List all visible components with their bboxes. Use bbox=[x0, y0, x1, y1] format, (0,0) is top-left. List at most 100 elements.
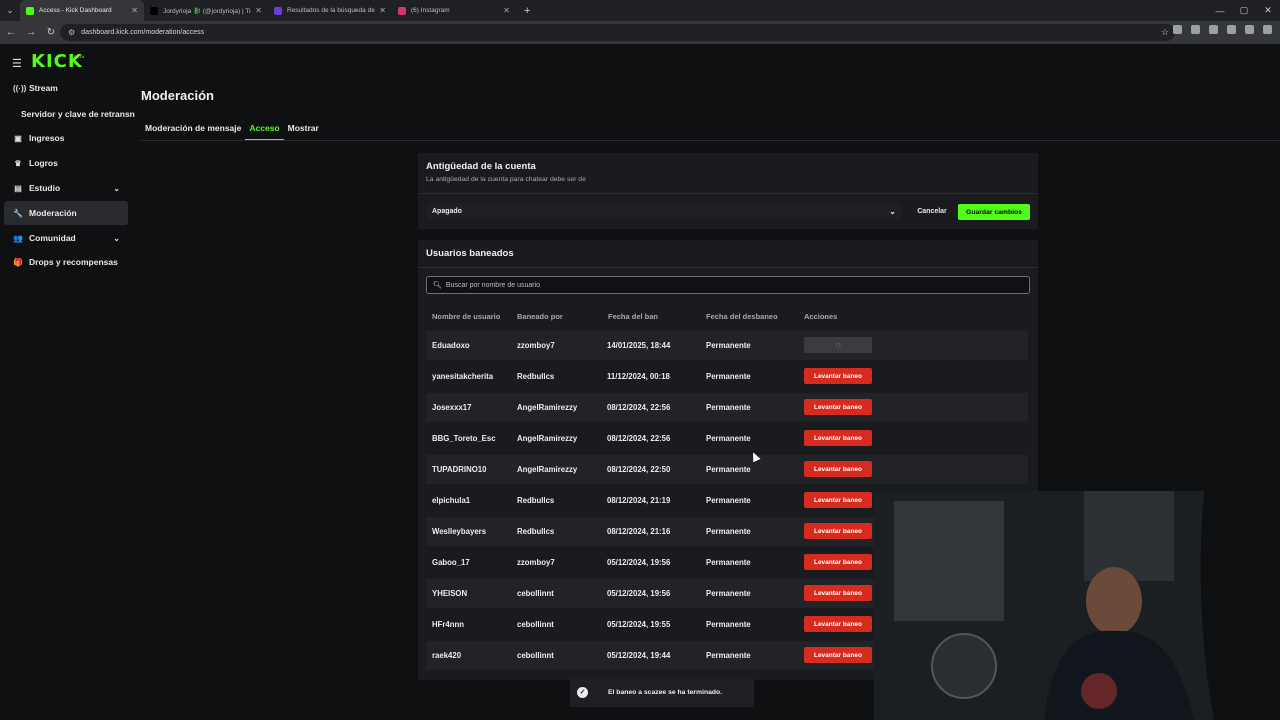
table-row: yanesitakcherita Redbullcs 11/12/2024, 0… bbox=[426, 362, 1028, 391]
sidebar-item-label: Moderación bbox=[29, 208, 77, 218]
tab-title: (6) Instagram bbox=[411, 7, 450, 14]
moderation-tabs: Moderación de mensaje Acceso Mostrar bbox=[141, 123, 323, 141]
sidebar-item-estudio[interactable]: ▤ Estudio ⌄ bbox=[4, 176, 128, 200]
unban-button[interactable]: Levantar baneo bbox=[804, 523, 872, 539]
unban-button[interactable]: Levantar baneo bbox=[804, 399, 872, 415]
browser-tab[interactable]: Jordyrioja 🐉 (@jordyrioja) | Ti... ✕ bbox=[144, 0, 268, 21]
unban-button[interactable]: Levantar baneo bbox=[804, 368, 872, 384]
banned-users-title: Usuarios baneados bbox=[426, 248, 514, 259]
browser-tab[interactable]: Resultados de la búsqueda de ... ✕ bbox=[268, 0, 392, 21]
cell-ban-date: 08/12/2024, 22:50 bbox=[607, 465, 671, 474]
sidebar-item-label: Ingresos bbox=[29, 133, 65, 143]
menu-icon[interactable] bbox=[1263, 25, 1272, 34]
forward-icon[interactable]: → bbox=[22, 27, 40, 38]
cell-banned-by: AngelRamirezzy bbox=[517, 403, 578, 412]
divider bbox=[418, 193, 1038, 194]
save-changes-button[interactable]: Guardar cambios bbox=[958, 204, 1030, 220]
cell-username: Josexxx17 bbox=[432, 403, 472, 412]
tab-title: Access - Kick Dashboard bbox=[39, 7, 112, 14]
sidebar-item-logros[interactable]: ♛ Logros bbox=[4, 151, 128, 175]
unban-button[interactable]: Levantar baneo bbox=[804, 647, 872, 663]
cancel-button[interactable]: Cancelar bbox=[912, 203, 952, 219]
sidebar-item-label: Drops y recompensas bbox=[29, 257, 118, 267]
cell-username: Eduadoxo bbox=[432, 341, 470, 350]
sidebar-item-comunidad[interactable]: 👥 Comunidad ⌄ bbox=[4, 226, 128, 250]
url-field[interactable]: ⚙ dashboard.kick.com/moderation/access ☆ bbox=[60, 24, 1175, 41]
extensions-bar bbox=[1173, 25, 1272, 34]
cell-username: Gaboo_17 bbox=[432, 558, 470, 567]
cell-banned-by: cebollinnt bbox=[517, 589, 554, 598]
unban-button[interactable]: Levantar baneo bbox=[804, 461, 872, 477]
chevron-down-icon[interactable]: ⌄ bbox=[113, 184, 120, 193]
cell-unban-date: Permanente bbox=[706, 620, 751, 629]
search-input[interactable]: 🔍︎ Buscar por nombre de usuario bbox=[426, 276, 1030, 294]
unban-button[interactable]: Levantar baneo bbox=[804, 554, 872, 570]
tab-favicon-icon bbox=[26, 6, 34, 15]
cell-username: BBG_Toreto_Esc bbox=[432, 434, 496, 443]
cell-banned-by: cebollinnt bbox=[517, 651, 554, 660]
table-row: BBG_Toreto_Esc AngelRamirezzy 08/12/2024… bbox=[426, 424, 1028, 453]
sidebar-item-label: Stream bbox=[29, 83, 58, 93]
extension-icon[interactable] bbox=[1191, 25, 1200, 34]
cell-username: TUPADRINO10 bbox=[432, 465, 487, 474]
tab-message-moderation[interactable]: Moderación de mensaje bbox=[141, 123, 245, 141]
maximize-icon[interactable]: ▢ bbox=[1232, 0, 1256, 21]
hamburger-menu-icon[interactable]: ☰ bbox=[12, 57, 22, 70]
cell-banned-by: Redbullcs bbox=[517, 372, 555, 381]
sidebar-item-moderaci-n[interactable]: 🔧 Moderación bbox=[4, 201, 128, 225]
address-bar-row: ← → ↻ ⚙ dashboard.kick.com/moderation/ac… bbox=[0, 21, 1280, 44]
browser-tab[interactable]: (6) Instagram ✕ bbox=[392, 0, 516, 21]
window-controls: — ▢ ✕ bbox=[1208, 0, 1280, 21]
cell-unban-date: Permanente bbox=[706, 558, 751, 567]
tab-favicon-icon bbox=[398, 6, 406, 15]
bookmark-star-icon[interactable]: ☆ bbox=[1161, 27, 1169, 38]
cell-unban-date: Permanente bbox=[706, 527, 751, 536]
cell-ban-date: 08/12/2024, 21:16 bbox=[607, 527, 671, 536]
close-tab-icon[interactable]: ✕ bbox=[131, 6, 138, 15]
close-tab-icon[interactable]: ✕ bbox=[255, 6, 262, 15]
table-row: TUPADRINO10 AngelRamirezzy 08/12/2024, 2… bbox=[426, 455, 1028, 484]
cell-unban-date: Permanente bbox=[706, 372, 751, 381]
profile-icon[interactable] bbox=[1245, 25, 1254, 34]
search-icon: 🔍︎ bbox=[433, 282, 442, 289]
tab-access[interactable]: Acceso bbox=[245, 123, 284, 141]
cell-ban-date: 08/12/2024, 22:56 bbox=[607, 403, 671, 412]
browser-tab[interactable]: Access - Kick Dashboard ✕ bbox=[20, 0, 144, 21]
unban-button[interactable]: Levantar baneo bbox=[804, 616, 872, 632]
tab-search-icon[interactable]: ⌄ bbox=[0, 0, 20, 21]
search-placeholder: Buscar por nombre de usuario bbox=[445, 281, 541, 289]
column-header-ban-date: Fecha del ban bbox=[608, 312, 659, 321]
new-tab-button[interactable]: + bbox=[524, 5, 530, 17]
unban-button[interactable]: Levantar baneo bbox=[804, 585, 872, 601]
cell-ban-date: 08/12/2024, 22:56 bbox=[607, 434, 671, 443]
tab-display[interactable]: Mostrar bbox=[284, 123, 323, 141]
close-tab-icon[interactable]: ✕ bbox=[379, 6, 386, 15]
cell-banned-by: cebollinnt bbox=[517, 620, 554, 629]
tab-title: Resultados de la búsqueda de ... bbox=[287, 7, 376, 14]
site-info-icon[interactable]: ⚙ bbox=[68, 28, 75, 37]
table-row: Josexxx17 AngelRamirezzy 08/12/2024, 22:… bbox=[426, 393, 1028, 422]
sidebar-item-drops-y-recompensas[interactable]: 🎁 Drops y recompensas bbox=[4, 250, 128, 274]
cash-icon: ▣ bbox=[14, 133, 22, 143]
close-window-icon[interactable]: ✕ bbox=[1256, 0, 1280, 21]
tab-favicon-icon bbox=[150, 6, 158, 15]
unban-button[interactable]: Levantar baneo bbox=[804, 492, 872, 508]
sidebar-subitem-stream-key[interactable]: Servidor y clave de retransn bbox=[21, 109, 135, 119]
extension-icon[interactable] bbox=[1173, 25, 1182, 34]
extension-icon[interactable] bbox=[1209, 25, 1218, 34]
back-icon[interactable]: ← bbox=[2, 27, 20, 38]
cell-ban-date: 11/12/2024, 00:18 bbox=[607, 372, 670, 381]
close-tab-icon[interactable]: ✕ bbox=[503, 6, 510, 15]
webcam-overlay bbox=[874, 491, 1280, 720]
extension-icon[interactable] bbox=[1227, 25, 1236, 34]
cell-unban-date: Permanente bbox=[706, 496, 751, 505]
cell-username: elpichula1 bbox=[432, 496, 471, 505]
sidebar-item-ingresos[interactable]: ▣ Ingresos bbox=[4, 126, 128, 150]
sidebar-item-stream[interactable]: ((·)) Stream bbox=[4, 76, 128, 100]
reload-icon[interactable]: ↻ bbox=[42, 27, 60, 38]
unban-button[interactable]: Levantar baneo bbox=[804, 430, 872, 446]
chevron-down-icon[interactable]: ⌄ bbox=[113, 234, 120, 243]
account-age-select[interactable]: Apagado ⌄ bbox=[426, 203, 902, 219]
sidebar-item-label: Comunidad bbox=[29, 233, 76, 243]
minimize-icon[interactable]: — bbox=[1208, 0, 1232, 21]
